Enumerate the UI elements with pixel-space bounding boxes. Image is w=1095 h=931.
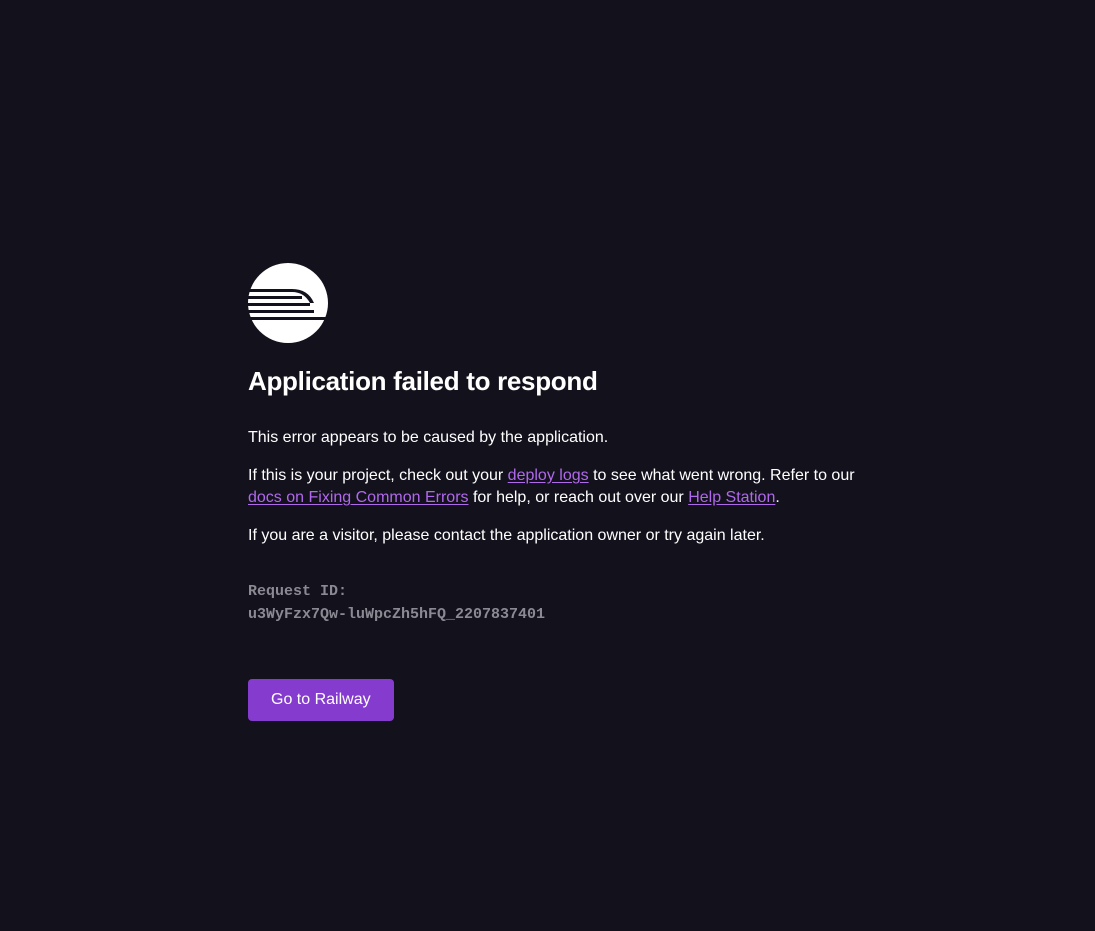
- docs-fixing-errors-link[interactable]: docs on Fixing Common Errors: [248, 489, 469, 506]
- railway-logo-icon: [248, 263, 328, 343]
- request-id-label: Request ID:: [248, 583, 348, 600]
- error-cause-text: This error appears to be caused by the a…: [248, 429, 609, 446]
- error-container: Application failed to respond This error…: [248, 263, 858, 721]
- deploy-logs-link[interactable]: deploy logs: [508, 467, 589, 484]
- request-id-value: u3WyFzx7Qw-luWpcZh5hFQ_2207837401: [248, 606, 546, 623]
- visitor-text: If you are a visitor, please contact the…: [248, 527, 765, 544]
- page-title: Application failed to respond: [248, 366, 598, 396]
- go-to-railway-button[interactable]: Go to Railway: [248, 679, 394, 721]
- help-station-link[interactable]: Help Station: [688, 489, 775, 506]
- project-help-text: If this is your project, check out your …: [248, 467, 855, 506]
- request-id-block: Request ID: u3WyFzx7Qw-luWpcZh5hFQ_22078…: [248, 580, 858, 626]
